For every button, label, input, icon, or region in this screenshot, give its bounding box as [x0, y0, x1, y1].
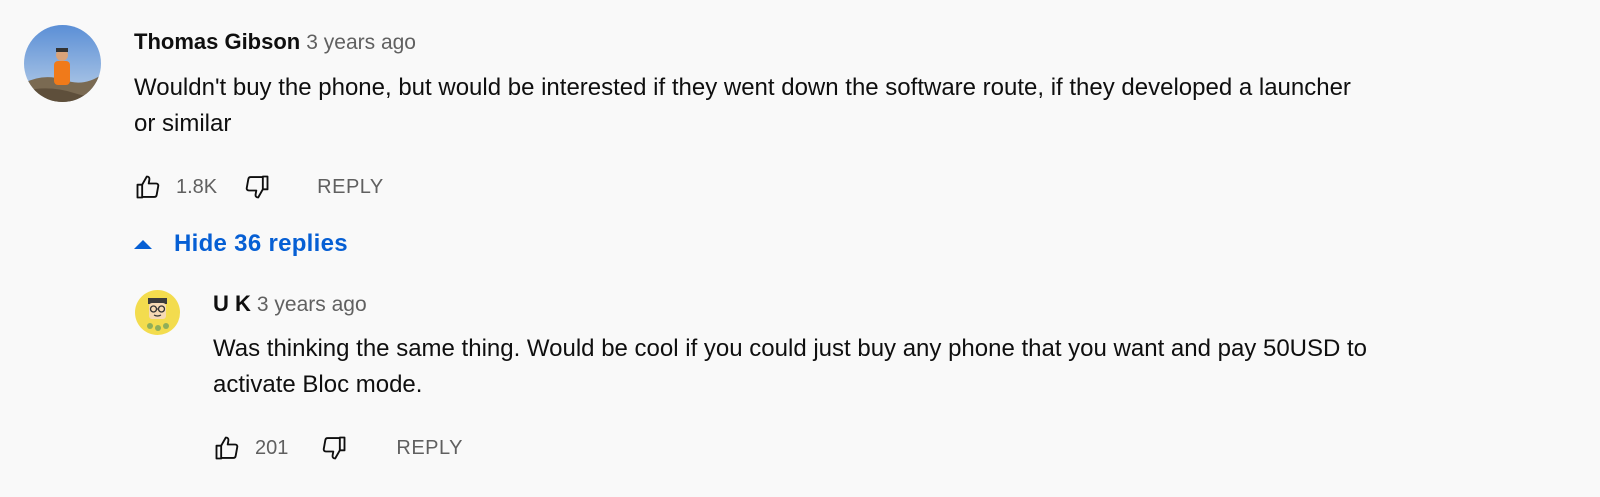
- like-count: 1.8K: [176, 175, 218, 198]
- dislike-button[interactable]: [239, 169, 275, 205]
- hide-replies-button[interactable]: Hide 36 replies: [134, 230, 348, 258]
- thumbs-up-icon: [215, 436, 239, 460]
- author-name[interactable]: Thomas Gibson: [134, 29, 300, 54]
- comment-text-line: or similar: [134, 110, 232, 137]
- reply-author-avatar[interactable]: [135, 290, 180, 335]
- thumbs-down-icon: [323, 436, 346, 460]
- thumbs-down-icon: [245, 175, 269, 199]
- reply-dislike-button[interactable]: [316, 430, 352, 466]
- caret-up-icon: [134, 239, 152, 249]
- comment-time[interactable]: 3 years ago: [306, 31, 416, 54]
- author-line: Thomas Gibson 3 years ago: [134, 29, 416, 55]
- author-avatar[interactable]: [24, 25, 101, 102]
- reply-like-count: 201: [255, 436, 289, 459]
- reply-text-line: Was thinking the same thing. Would be co…: [213, 335, 1368, 362]
- thumbs-up-icon: [136, 175, 160, 199]
- reply-like-button[interactable]: [209, 430, 245, 466]
- like-button[interactable]: [130, 169, 166, 205]
- reply-text-line: activate Bloc mode.: [213, 371, 423, 398]
- reply-reply-button[interactable]: REPLY: [396, 437, 463, 460]
- reply-button[interactable]: REPLY: [317, 176, 384, 199]
- reply-author-name[interactable]: U K: [213, 291, 251, 316]
- reply-comment-time[interactable]: 3 years ago: [257, 293, 367, 316]
- comment-text-line: Wouldn't buy the phone, but would be int…: [134, 74, 1351, 101]
- comment-text: Wouldn't buy the phone, but would be int…: [134, 70, 1574, 142]
- hide-replies-label: Hide 36 replies: [174, 230, 348, 257]
- reply-comment-text: Was thinking the same thing. Would be co…: [213, 331, 1573, 403]
- reply-author-line: U K 3 years ago: [213, 291, 367, 317]
- comment-actions: 1.8K REPLY: [130, 167, 384, 207]
- reply-actions: 201 REPLY: [209, 428, 463, 468]
